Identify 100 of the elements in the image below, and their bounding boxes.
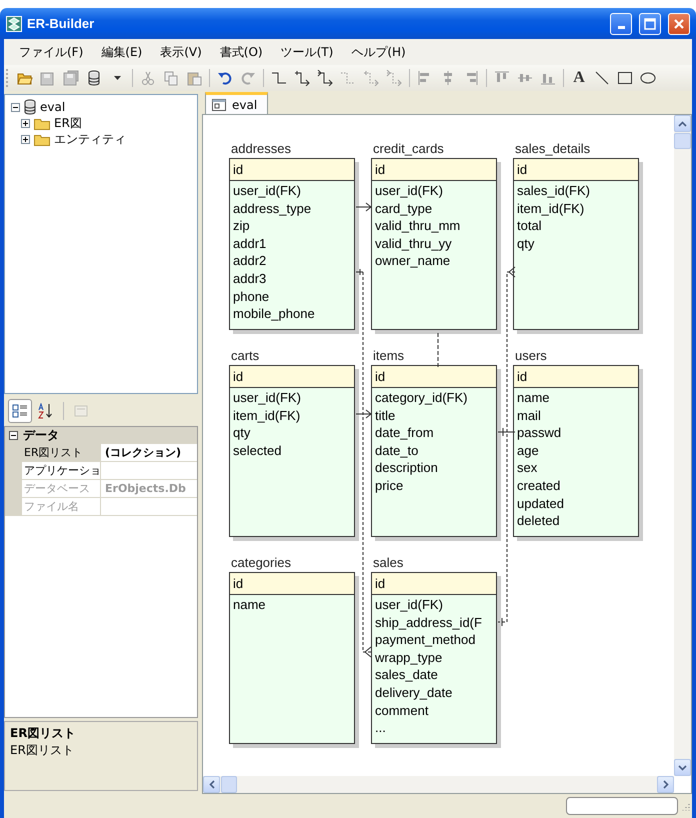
primary-key: id [514, 159, 638, 181]
expand-icon[interactable] [21, 118, 30, 128]
connector-icon [317, 70, 333, 86]
entity-column: description [375, 459, 438, 477]
entity-column: owner_name [375, 252, 450, 270]
property-name[interactable]: ER図リスト [22, 444, 101, 461]
entity-name: carts [230, 347, 260, 365]
floppy-icon [40, 70, 56, 86]
connector-icon [294, 70, 310, 86]
entity-column: comment [375, 702, 428, 720]
entity-column: name [517, 389, 550, 407]
scissors-icon [140, 70, 156, 86]
entity-column: address_type [233, 200, 312, 218]
entity-column: wrapp_type [375, 648, 442, 666]
entity-column: title [375, 406, 396, 424]
collapse-icon[interactable] [11, 102, 20, 112]
entity-column: qty [517, 234, 534, 252]
entity-name: credit_cards [372, 140, 445, 158]
tree-item[interactable]: エンティティ [54, 130, 126, 148]
entity-column: card_type [375, 200, 432, 218]
primary-key: id [514, 366, 638, 388]
text-tool-button[interactable]: A [568, 67, 590, 89]
entity-column: deleted [517, 512, 560, 530]
menu-item[interactable]: ファイル(F) [10, 42, 92, 62]
redo-icon [240, 70, 256, 86]
primary-key: id [372, 159, 496, 181]
entity-column: qty [233, 424, 250, 442]
connector-icon [271, 70, 287, 86]
entity-name: items [372, 347, 406, 365]
rectangle-icon [617, 70, 633, 86]
entity-column: total [517, 217, 542, 235]
entity-column: sex [517, 459, 538, 477]
tree-item[interactable]: eval [40, 100, 66, 114]
collapse-icon[interactable] [9, 431, 18, 440]
vertical-scrollbar[interactable] [674, 115, 691, 776]
entity-name: categories [230, 554, 292, 572]
scroll-thumb[interactable] [221, 776, 237, 793]
entity-column: addr1 [233, 234, 266, 252]
horizontal-scrollbar[interactable] [203, 776, 674, 793]
menu-item[interactable]: ヘルプ(H) [342, 42, 415, 62]
floppies-icon [63, 70, 79, 86]
category-label: データ [23, 427, 59, 444]
entity-column: item_id(FK) [233, 406, 300, 424]
entity-name: sales_details [514, 140, 592, 158]
entity-column: user_id(FK) [375, 596, 443, 614]
folder-icon [34, 116, 50, 130]
primary-key: id [372, 573, 496, 595]
menu-item[interactable]: ツール(T) [272, 42, 342, 62]
menu-item[interactable]: 編集(E) [92, 42, 152, 62]
entity-column: valid_thru_mm [375, 217, 460, 235]
connector-icon [386, 70, 402, 86]
tree-item[interactable]: ER図 [54, 114, 82, 132]
entity-column: addr2 [233, 252, 266, 270]
property-name[interactable]: アプリケーショ [22, 462, 101, 479]
entity-name: users [514, 347, 548, 365]
entity-column: sales_id(FK) [517, 182, 590, 200]
caret-icon [114, 76, 120, 80]
entity-column: ship_address_id(F [375, 614, 482, 632]
primary-key: id [372, 366, 496, 388]
entity-column: valid_thru_yy [375, 234, 452, 252]
resize-grip-icon[interactable] [680, 801, 690, 811]
entity-column: phone [233, 288, 270, 306]
categorized-button[interactable] [8, 399, 32, 423]
scroll-thumb[interactable] [674, 133, 691, 149]
close-button[interactable] [668, 12, 690, 34]
minimize-button[interactable] [610, 12, 632, 34]
property-value[interactable]: (コレクション) [101, 444, 197, 461]
minimize-icon [618, 26, 624, 28]
entity-column: date_from [375, 424, 434, 442]
entity-column: payment_method [375, 631, 476, 649]
database-icon [86, 70, 102, 86]
entity-column: ... [375, 719, 386, 737]
close-icon [673, 18, 685, 30]
entity-column: user_id(FK) [375, 182, 443, 200]
primary-key: id [230, 159, 354, 181]
entity-column: mail [517, 406, 541, 424]
sort-icon [38, 403, 54, 419]
expand-icon[interactable] [21, 134, 30, 144]
entity-column: price [375, 476, 404, 495]
categorized-icon [12, 403, 28, 419]
maximize-button[interactable] [639, 12, 661, 34]
maximize-icon [644, 18, 656, 30]
entity-column: passwd [517, 424, 562, 442]
copy-icon [163, 70, 179, 86]
connector-icon [340, 70, 356, 86]
menu-item[interactable]: 書式(O) [210, 42, 272, 62]
primary-key: id [230, 573, 354, 595]
menu-item[interactable]: 表示(V) [151, 42, 211, 62]
entity-column: sales_date [375, 666, 438, 684]
entity-column: user_id(FK) [233, 182, 301, 200]
diagram-icon [212, 98, 226, 110]
entity-column: delivery_date [375, 684, 452, 702]
description-text: ER図リスト [10, 742, 74, 759]
description-title: ER図リスト [10, 725, 76, 742]
entity-name: addresses [230, 140, 292, 158]
entity-column: mobile_phone [233, 305, 315, 323]
entity-column: item_id(FK) [517, 200, 584, 218]
app-icon [6, 16, 22, 32]
document-tab[interactable]: eval [205, 92, 268, 114]
undo-icon [217, 70, 233, 86]
